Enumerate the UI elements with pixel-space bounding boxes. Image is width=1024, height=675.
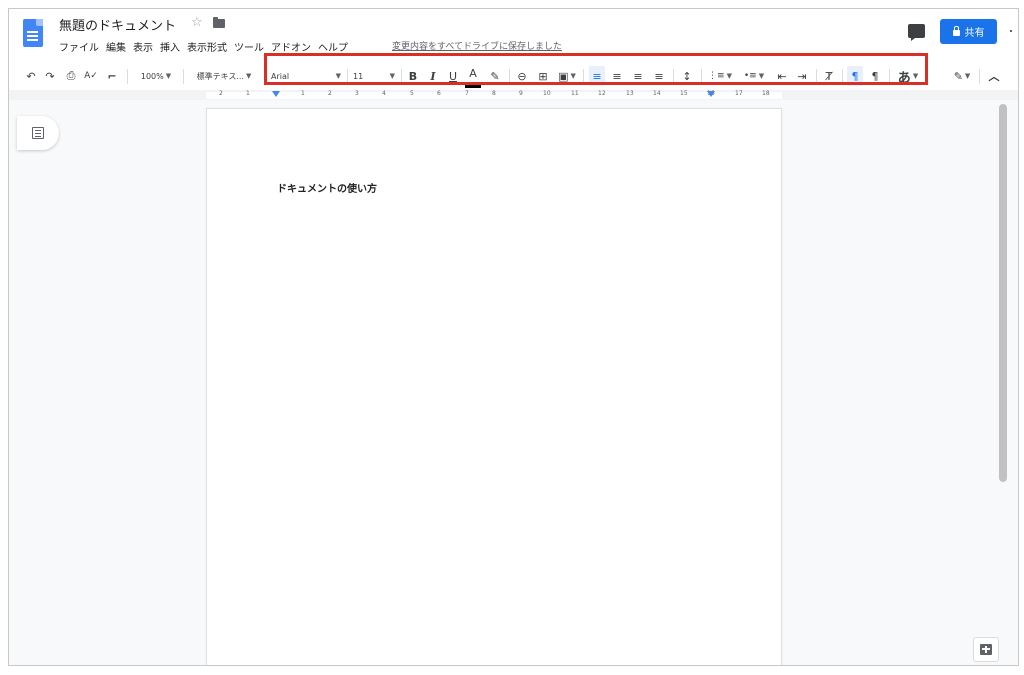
ltr-button[interactable]: ¶ (847, 66, 863, 86)
ruler-number: 1 (246, 90, 250, 97)
image-icon: ▣ (558, 69, 569, 83)
undo-icon[interactable]: ↶ (23, 61, 39, 91)
more-icon[interactable] (1010, 30, 1012, 32)
menu-file[interactable]: ファイル (59, 39, 99, 54)
align-justify-button[interactable]: ≡ (651, 61, 667, 91)
ruler-number: 9 (519, 90, 523, 97)
chevron-down-icon: ▼ (912, 72, 919, 80)
align-right-button[interactable]: ≡ (630, 61, 646, 91)
lock-icon (952, 25, 960, 36)
bulleted-list-button[interactable]: •≡ ▼ (740, 61, 768, 91)
editing-mode-button[interactable]: ✎ ▼ (949, 61, 975, 91)
docs-logo-icon[interactable] (23, 19, 43, 47)
chevron-down-icon: ▼ (570, 72, 576, 80)
ruler-number: 5 (410, 90, 414, 97)
menu-format[interactable]: 表示形式 (187, 39, 227, 54)
add-comment-icon[interactable]: ⊞ (535, 61, 551, 91)
ruler-number: 12 (598, 90, 606, 97)
paint-format-icon[interactable]: ⌐ (104, 61, 120, 91)
vertical-scrollbar[interactable] (999, 104, 1007, 482)
line-spacing-button[interactable]: ↕ (679, 61, 695, 91)
ruler-number: 7 (465, 90, 469, 97)
add-comment-button[interactable] (973, 637, 999, 662)
underline-button[interactable]: U (445, 61, 461, 91)
share-button[interactable]: 共有 (940, 19, 997, 44)
document-outline-button[interactable] (17, 116, 59, 150)
text-color-button[interactable]: A (465, 61, 481, 88)
link-icon[interactable]: ⊖ (514, 61, 530, 91)
chevron-down-icon: ▼ (964, 72, 971, 80)
style-select[interactable]: 標準テキス... ▼ (189, 61, 259, 91)
font-select[interactable]: Arial ▼ (271, 61, 341, 91)
zoom-select[interactable]: 100% ▼ (133, 61, 179, 91)
ruler-number: 14 (653, 90, 661, 97)
decrease-indent-button[interactable]: ⇤ (774, 61, 790, 91)
print-icon[interactable]: ⎙ (63, 61, 79, 91)
insert-image-button[interactable]: ▣ ▼ (555, 61, 579, 91)
numbered-list-icon: ⋮≡ (708, 71, 725, 81)
highlight-color-button[interactable]: ✎ (487, 61, 503, 91)
menu-bar: ファイル 編集 表示 挿入 表示形式 ツール アドオン ヘルプ (59, 39, 355, 54)
menu-view[interactable]: 表示 (133, 39, 153, 54)
font-size-select[interactable]: 11 ▼ (353, 61, 395, 91)
ruler-number: 1 (301, 90, 305, 97)
outline-icon (32, 127, 44, 139)
menu-edit[interactable]: 編集 (106, 39, 126, 54)
document-canvas: ドキュメントの使い方 (9, 100, 1018, 665)
ruler-number: 17 (735, 90, 743, 97)
comment-history-icon[interactable] (908, 24, 925, 41)
ruler-number: 6 (437, 90, 441, 97)
document-page[interactable]: ドキュメントの使い方 (206, 108, 782, 665)
bold-button[interactable]: B (405, 61, 421, 91)
menu-addons[interactable]: アドオン (271, 39, 311, 54)
chevron-down-icon: ▼ (758, 72, 765, 80)
bulleted-list-icon: •≡ (743, 71, 757, 81)
folder-icon[interactable] (213, 17, 225, 28)
ruler: 2 1 1 2 3 4 5 6 7 8 9 10 11 12 13 14 15 … (9, 90, 1018, 100)
chevron-down-icon: ▼ (335, 72, 341, 80)
increase-indent-button[interactable]: ⇥ (794, 61, 810, 91)
ruler-number: 11 (571, 90, 579, 97)
menu-tools[interactable]: ツール (234, 39, 264, 54)
share-label: 共有 (964, 28, 985, 39)
chevron-down-icon: ▼ (165, 72, 172, 80)
ruler-number: 2 (328, 90, 332, 97)
ruler-number: 2 (219, 90, 223, 97)
toolbar: ↶ ↷ ⎙ A✓ ⌐ 100% ▼ 標準テキス... ▼ Arial ▼ 11 ▼ B … (9, 61, 1018, 91)
left-indent-marker[interactable] (272, 91, 280, 97)
document-heading[interactable]: ドキュメントの使い方 (277, 180, 377, 195)
rtl-button[interactable]: ¶ (867, 61, 883, 91)
ruler-number: 4 (382, 90, 386, 97)
add-comment-icon (980, 644, 992, 655)
collapse-menu-button[interactable]: ︿ (986, 61, 1002, 91)
align-left-button[interactable]: ≡ (589, 66, 605, 86)
input-tools-button[interactable]: あ ▼ (894, 61, 922, 91)
redo-icon[interactable]: ↷ (42, 61, 58, 91)
chevron-down-icon: ▼ (389, 72, 395, 80)
ruler-number: 18 (762, 90, 770, 97)
ruler-number: 8 (492, 90, 496, 97)
align-center-button[interactable]: ≡ (609, 61, 625, 91)
input-tools-icon: あ (897, 70, 911, 86)
star-icon[interactable]: ☆ (191, 15, 203, 30)
ruler-number: 3 (355, 90, 359, 97)
menu-help[interactable]: ヘルプ (318, 39, 348, 54)
document-title[interactable]: 無題のドキュメント (59, 15, 176, 34)
clear-formatting-button[interactable]: Ⱦ (821, 61, 837, 91)
ruler-number: 13 (626, 90, 634, 97)
italic-button[interactable]: I (425, 61, 441, 91)
ruler-number: 10 (543, 90, 551, 97)
menu-insert[interactable]: 挿入 (160, 39, 180, 54)
chevron-down-icon: ▼ (246, 72, 252, 80)
app-window: 無題のドキュメント ☆ ファイル 編集 表示 挿入 表示形式 ツール アドオン … (8, 8, 1019, 666)
chevron-down-icon: ▼ (726, 72, 732, 80)
right-indent-marker[interactable] (707, 91, 715, 97)
header: 無題のドキュメント ☆ ファイル 編集 表示 挿入 表示形式 ツール アドオン … (9, 9, 1018, 61)
pencil-icon: ✎ (953, 69, 963, 83)
numbered-list-button[interactable]: ⋮≡ ▼ (706, 61, 734, 91)
save-status[interactable]: 変更内容をすべてドライブに保存しました (392, 39, 562, 52)
ruler-number: 15 (680, 90, 688, 97)
spellcheck-icon[interactable]: A✓ (83, 61, 99, 91)
